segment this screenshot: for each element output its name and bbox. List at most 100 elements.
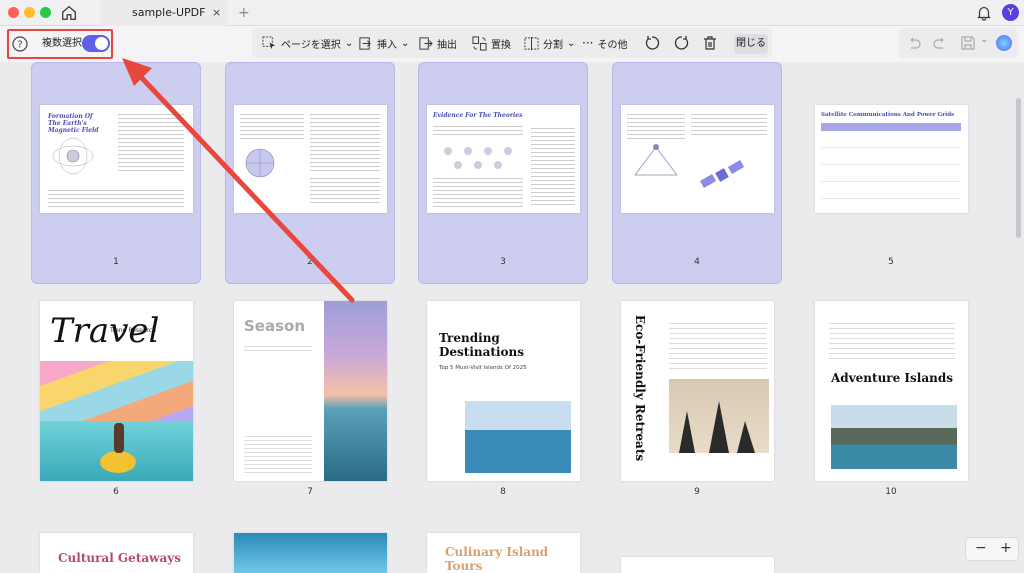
page-thumbnail-5[interactable]: Satellite Communications And Power Grids [815, 105, 968, 213]
page-number: 2 [307, 257, 313, 267]
page-title: Cultural Getaways [58, 551, 181, 565]
replace-button[interactable]: 置換 [472, 28, 511, 58]
page-number: 10 [885, 487, 897, 497]
select-pages-button[interactable]: ページを選択 ⌄ [262, 28, 353, 58]
zoom-control: − + [965, 537, 1019, 561]
insert-button[interactable]: 挿入 ⌄ [358, 28, 409, 58]
avatar[interactable]: Y [1002, 4, 1019, 21]
page-number: 4 [694, 257, 700, 267]
page-title: Trending Destinations [439, 331, 524, 359]
arch-photo [831, 405, 957, 469]
tab-title: sample-UPDF [132, 6, 206, 19]
orbit-phases-diagram [444, 147, 512, 169]
body-text [627, 111, 685, 139]
ai-assistant-icon[interactable] [996, 35, 1012, 51]
page-number: 7 [307, 487, 313, 497]
more-dots-icon: ··· [582, 36, 594, 50]
page-number: 1 [113, 257, 119, 267]
table-header [821, 123, 961, 131]
split-button[interactable]: 分割 ⌄ [524, 28, 575, 58]
data-table [821, 131, 961, 201]
page-thumbnail-14[interactable] [621, 557, 774, 573]
body-text [244, 343, 312, 353]
page-number: 5 [888, 257, 894, 267]
save-icon[interactable] [960, 35, 976, 51]
body-text [433, 123, 523, 137]
page-thumbnail-13[interactable]: Culinary Island Tours [427, 533, 580, 573]
bell-icon[interactable] [975, 4, 993, 22]
body-text [310, 175, 380, 205]
zoom-in-button[interactable]: + [1000, 540, 1012, 556]
undo-icon[interactable] [906, 35, 922, 51]
page-title: Evidence For The Theories [433, 112, 523, 119]
person-shape [114, 423, 124, 453]
more-button[interactable]: ··· その他 [582, 28, 627, 58]
earth-orbit-diagram [245, 148, 275, 178]
tab-close-icon[interactable]: × [212, 0, 221, 26]
page-title: Satellite Communications And Power Grids [821, 112, 955, 118]
split-page-icon [524, 36, 539, 50]
page-thumbnail-2[interactable] [234, 105, 387, 213]
page-thumbnail-4[interactable] [621, 105, 774, 213]
body-text [691, 111, 767, 137]
redo-icon[interactable] [932, 35, 948, 51]
extract-button[interactable]: 抽出 [418, 28, 457, 58]
page-title: Season [244, 317, 306, 335]
body-text [48, 187, 184, 207]
page-number: 6 [113, 487, 119, 497]
magnetic-field-diagram [52, 137, 94, 175]
island-photo [465, 401, 571, 473]
cursor-select-icon [262, 35, 276, 49]
body-text [829, 319, 955, 359]
title-bar: sample-UPDF × + Y [0, 0, 1024, 26]
page-thumbnail-1[interactable]: Formation Of The Earth's Magnetic Field [40, 105, 193, 213]
page-subtitle: Top 5 Must-Visit Islands Of 2025 [439, 365, 527, 371]
kayak-shape [100, 451, 136, 473]
page-thumbnail-grid: Formation Of The Earth's Magnetic Field … [0, 62, 1024, 573]
body-text [240, 111, 304, 141]
page-thumbnail-7[interactable]: Season [234, 301, 387, 481]
trash-icon[interactable] [702, 35, 718, 51]
vertical-scrollbar[interactable] [1016, 98, 1021, 238]
rotate-left-icon[interactable] [644, 35, 660, 51]
sea-stacks-shape [679, 401, 755, 453]
body-text [531, 125, 575, 205]
page-thumbnail-8[interactable]: Trending Destinations Top 5 Must-Visit I… [427, 301, 580, 481]
zoom-out-button[interactable]: − [975, 540, 987, 556]
page-number: 3 [500, 257, 506, 267]
rotate-right-icon[interactable] [674, 35, 690, 51]
body-text [244, 433, 312, 473]
replace-page-icon [472, 35, 487, 51]
document-tab[interactable]: sample-UPDF [100, 0, 228, 26]
home-icon[interactable] [60, 4, 78, 22]
page-thumbnail-6[interactable]: Trend Research Travel [40, 301, 193, 481]
page-thumbnail-9[interactable]: Eco-Friendly Retreats [621, 301, 774, 481]
close-window-icon[interactable] [8, 7, 19, 18]
body-text [669, 319, 767, 373]
page-thumbnail-11[interactable]: Cultural Getaways [40, 533, 193, 573]
sunset-sea-photo [324, 301, 387, 481]
body-text [433, 175, 523, 207]
new-tab-icon[interactable]: + [238, 0, 250, 26]
page-thumbnail-12[interactable] [234, 533, 387, 573]
annotation-highlight-box [7, 29, 113, 59]
page-thumbnail-10[interactable]: Adventure Islands [815, 301, 968, 481]
page-number: 9 [694, 487, 700, 497]
tool-group: ページを選択 ⌄ 挿入 ⌄ 抽出 置換 分割 ⌄ ··· その他 [252, 28, 772, 58]
page-thumbnail-3[interactable]: Evidence For The Theories [427, 105, 580, 213]
close-organizer-button[interactable]: 閉じる [734, 34, 768, 54]
satellite-icon [699, 160, 745, 188]
page-title: Culinary Island Tours [445, 545, 549, 573]
body-text [118, 111, 184, 171]
page-title: Eco-Friendly Retreats [633, 314, 647, 462]
signal-triangle-diagram [634, 144, 678, 176]
insert-page-icon [359, 36, 371, 50]
extract-page-icon [419, 36, 433, 50]
save-dropdown-icon[interactable]: ⌄ [980, 34, 988, 45]
page-title: Adventure Islands [831, 371, 954, 385]
page-number: 8 [500, 487, 506, 497]
body-text [310, 111, 380, 171]
minimize-window-icon[interactable] [24, 7, 35, 18]
maximize-window-icon[interactable] [40, 7, 51, 18]
page-title: Travel [50, 311, 160, 351]
